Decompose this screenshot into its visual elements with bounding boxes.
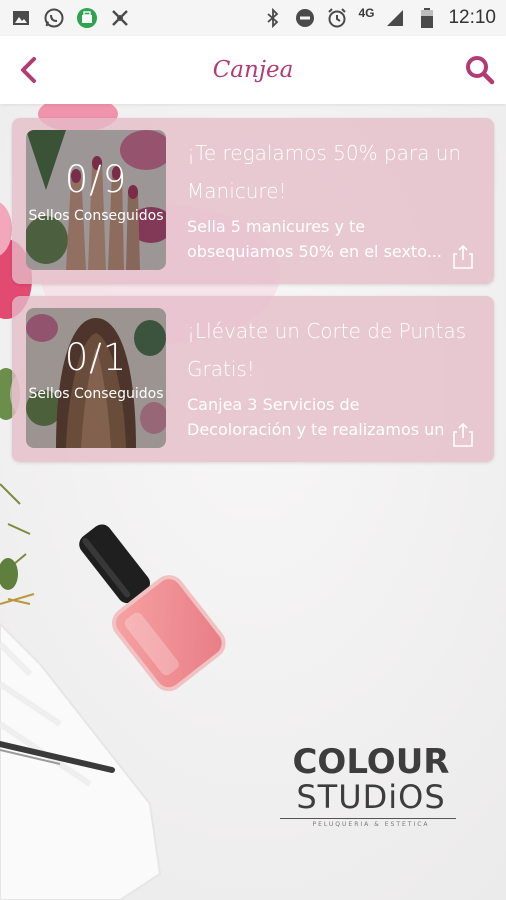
tool-icon [109, 7, 131, 29]
reward-thumbnail: 0/1 Sellos Conseguidos [26, 308, 166, 448]
reward-description: Canjea 3 Servicios de Decoloración y te … [187, 395, 445, 439]
status-right-icons: 4G 12:10 [262, 6, 496, 29]
brand-logo: COLOUR STUDiOS PELUQUERIA & ESTETICA [280, 742, 456, 828]
reward-card-manicure[interactable]: 0/9 Sellos Conseguidos ¡Te regalamos 50%… [12, 118, 494, 284]
status-left-icons [10, 7, 131, 29]
chevron-left-icon [21, 57, 36, 83]
brand-divider [280, 818, 456, 819]
battery-icon [416, 7, 438, 29]
network-type: 4G [358, 6, 375, 20]
app-bar: Canjea [0, 36, 506, 104]
reward-card-haircut[interactable]: 0/1 Sellos Conseguidos ¡Llévate un Corte… [12, 296, 494, 462]
stamp-count-label: Sellos Conseguidos [28, 208, 164, 224]
stamp-count: 0/9 [64, 158, 128, 201]
brand-name-line2: STUDiOS [296, 778, 446, 816]
whatsapp-icon [43, 7, 65, 29]
share-icon[interactable] [450, 422, 476, 448]
store-icon [76, 7, 98, 29]
reward-title: ¡Llévate un Corte de Puntas Gratis! [187, 319, 467, 381]
search-icon [466, 56, 495, 85]
bluetooth-icon [262, 7, 284, 29]
stamp-count: 0/1 [64, 336, 128, 379]
signal-icon [384, 7, 406, 29]
share-icon[interactable] [450, 244, 476, 270]
reward-thumbnail: 0/9 Sellos Conseguidos [26, 130, 166, 270]
alarm-icon [326, 7, 348, 29]
reward-title: ¡Te regalamos 50% para un Manicure! [187, 141, 462, 203]
status-bar: 4G 12:10 [0, 0, 506, 36]
back-button[interactable] [14, 54, 44, 86]
reward-description: Sella 5 manicures y te obsequiamos 50% e… [187, 217, 442, 261]
page-title: Canjea [212, 57, 294, 83]
brand-tagline: PELUQUERIA & ESTETICA [312, 821, 430, 828]
do-not-disturb-icon [294, 7, 316, 29]
brand-name-line1: COLOUR [292, 742, 450, 782]
search-button[interactable] [464, 54, 496, 86]
status-time: 12:10 [448, 7, 496, 28]
image-icon [10, 7, 32, 29]
stamp-count-label: Sellos Conseguidos [28, 386, 164, 402]
